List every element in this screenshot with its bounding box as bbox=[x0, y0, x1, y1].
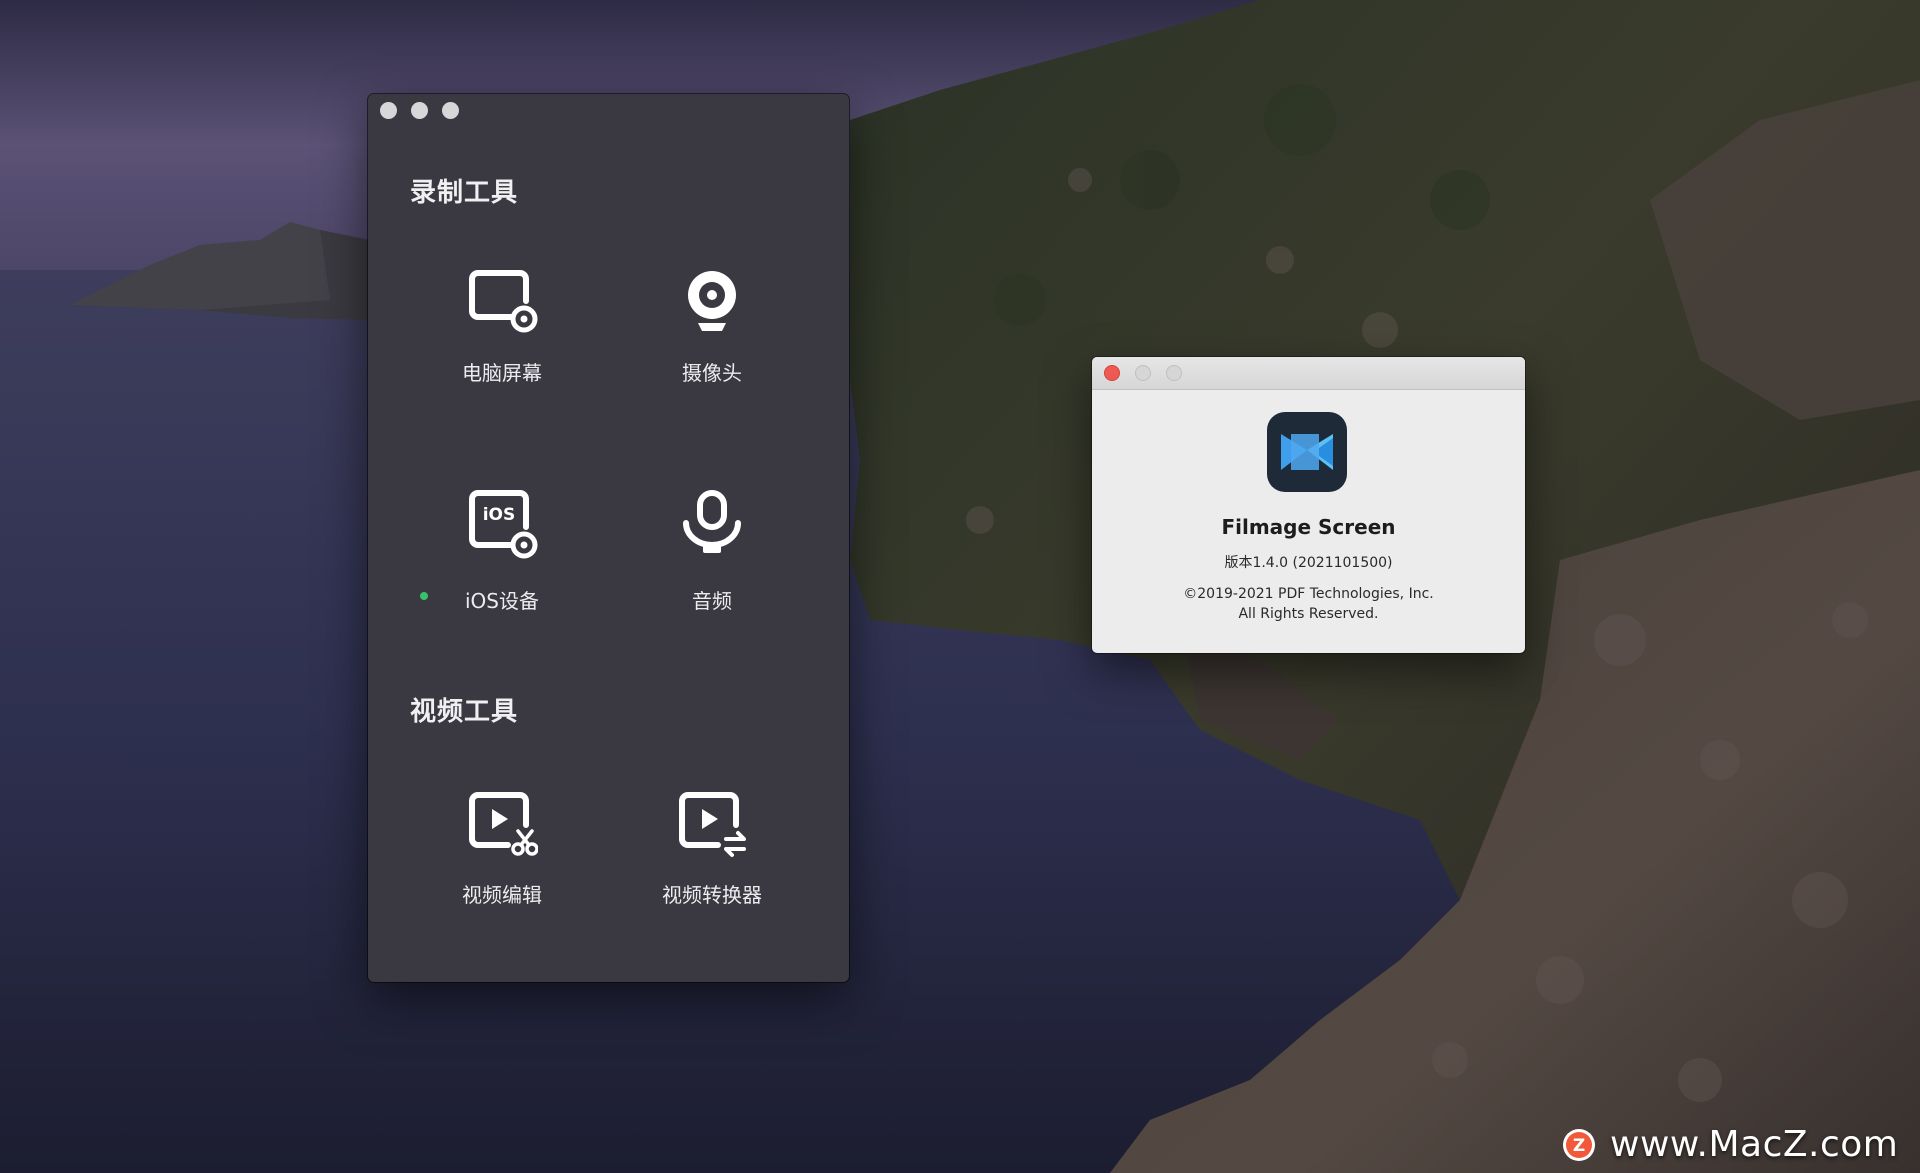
about-zoom-button[interactable] bbox=[1166, 365, 1182, 381]
watermark: Z www.MacZ.com bbox=[1562, 1124, 1912, 1168]
camera-label: 摄像头 bbox=[682, 361, 742, 385]
about-app-name: Filmage Screen bbox=[1221, 515, 1396, 539]
ios-icon-text: iOS bbox=[483, 505, 516, 525]
window-zoom-button[interactable] bbox=[442, 102, 459, 119]
ios-device-tool[interactable]: iOS iOS设备 bbox=[412, 487, 592, 637]
recording-tools-title: 录制工具 bbox=[410, 178, 519, 208]
window-minimize-button[interactable] bbox=[411, 102, 428, 119]
video-edit-icon bbox=[469, 792, 538, 856]
watermark-text: www.MacZ.com bbox=[1610, 1124, 1899, 1165]
ios-connected-indicator bbox=[420, 592, 428, 600]
macz-logo-icon: Z bbox=[1563, 1129, 1595, 1161]
macz-logo-letter: Z bbox=[1573, 1136, 1585, 1156]
about-copyright-line1: ©2019-2021 PDF Technologies, Inc. bbox=[1183, 586, 1434, 602]
video-converter-tool[interactable]: 视频转换器 bbox=[622, 787, 802, 937]
desktop-wallpaper bbox=[0, 0, 1920, 1173]
microphone-icon bbox=[683, 490, 741, 553]
computer-screen-tool[interactable]: 电脑屏幕 bbox=[412, 265, 592, 415]
computer-screen-label: 电脑屏幕 bbox=[462, 361, 542, 385]
audio-tool[interactable]: 音频 bbox=[622, 487, 802, 637]
about-close-button[interactable] bbox=[1104, 365, 1120, 381]
webcam-icon bbox=[688, 271, 736, 331]
desktop: 录制工具 电脑屏幕 摄像头 iOS iOS设备 音频 视频工具 视频编辑 视频转… bbox=[0, 0, 1920, 1173]
screen-record-icon bbox=[469, 270, 538, 333]
about-copyright: ©2019-2021 PDF Technologies, Inc. All Ri… bbox=[1092, 584, 1525, 624]
window-close-button[interactable] bbox=[380, 102, 397, 119]
video-convert-icon bbox=[679, 792, 746, 857]
video-converter-label: 视频转换器 bbox=[662, 883, 762, 907]
about-window: Filmage Screen 版本1.4.0 (2021101500) ©201… bbox=[1092, 357, 1525, 653]
video-tools-title: 视频工具 bbox=[410, 697, 519, 727]
video-editor-tool[interactable]: 视频编辑 bbox=[412, 787, 592, 937]
about-titlebar bbox=[1092, 357, 1525, 390]
ios-record-icon: iOS bbox=[469, 490, 538, 559]
tools-window: 录制工具 电脑屏幕 摄像头 iOS iOS设备 音频 视频工具 视频编辑 视频转… bbox=[368, 94, 849, 982]
ios-device-label: iOS设备 bbox=[465, 589, 539, 613]
filmage-app-icon bbox=[1267, 412, 1347, 492]
about-copyright-line2: All Rights Reserved. bbox=[1238, 606, 1379, 622]
about-minimize-button[interactable] bbox=[1135, 365, 1151, 381]
audio-label: 音频 bbox=[692, 589, 732, 613]
camera-tool[interactable]: 摄像头 bbox=[622, 265, 802, 415]
about-version: 版本1.4.0 (2021101500) bbox=[1224, 555, 1393, 571]
video-editor-label: 视频编辑 bbox=[462, 883, 542, 907]
